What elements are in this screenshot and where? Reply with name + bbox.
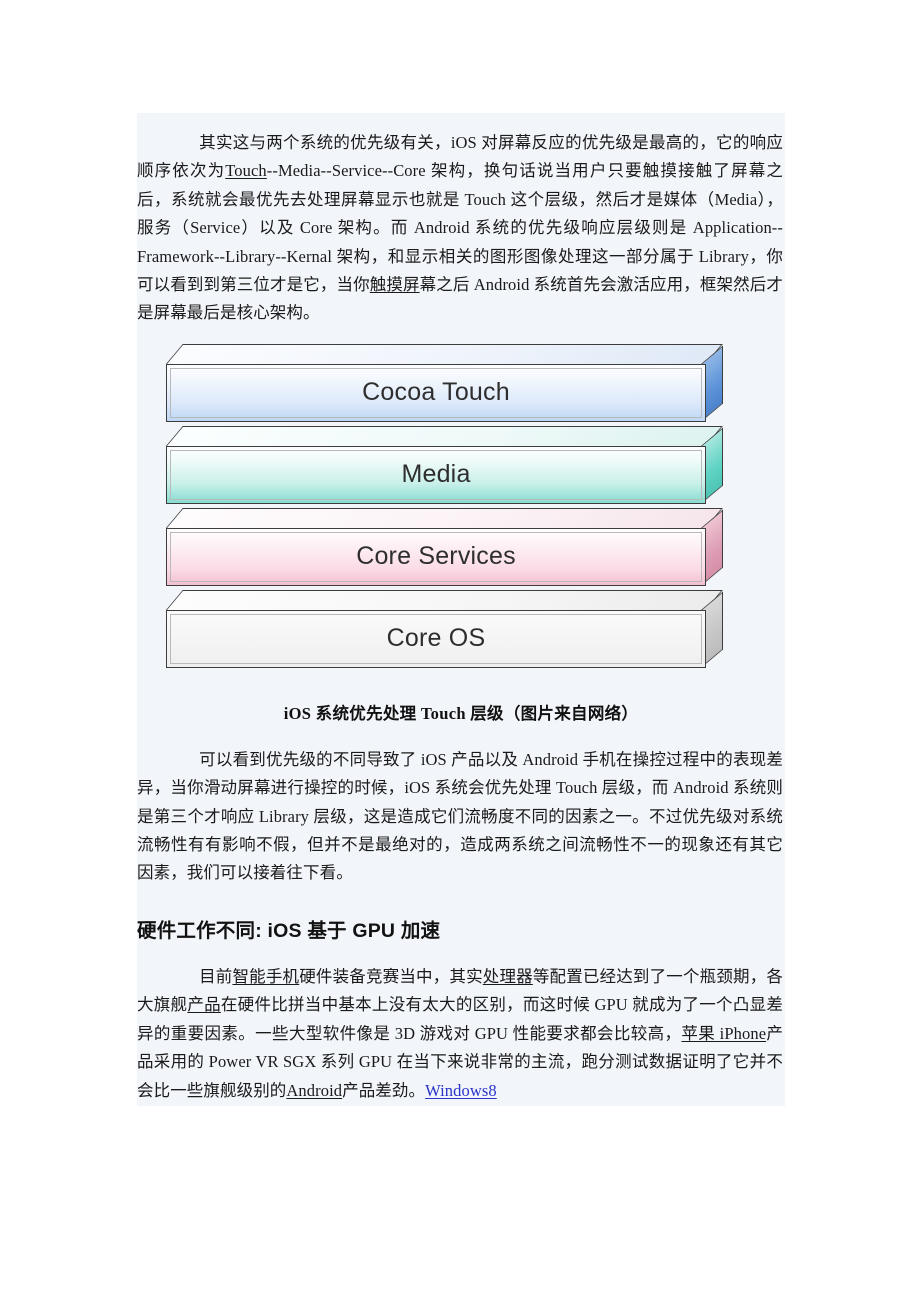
layer-label-core-services: Core Services — [356, 542, 516, 571]
document-page: 其实这与两个系统的优先级有关，iOS 对屏幕反应的优先级是最高的，它的响应顺序依… — [0, 0, 920, 1302]
content-block: 其实这与两个系统的优先级有关，iOS 对屏幕反应的优先级是最高的，它的响应顺序依… — [137, 113, 785, 1106]
layer-stack-diagram: Cocoa Touch Media Core Services Core OS — [166, 343, 766, 694]
link-touch[interactable]: Touch — [225, 161, 267, 180]
layer-label-cocoa-touch: Cocoa Touch — [362, 378, 510, 407]
p3-segment-f: 产品差劲。 — [342, 1080, 426, 1100]
link-smartphone[interactable]: 智能手机 — [232, 967, 299, 986]
link-product[interactable]: 产品 — [187, 995, 221, 1014]
paragraph-smoothness-factors: 可以看到优先级的不同导致了 iOS 产品以及 Android 手机在操控过程中的… — [137, 746, 785, 888]
layer-front-face: Core OS — [166, 609, 706, 668]
layer-top-face — [166, 507, 723, 528]
layer-front-face: Core Services — [166, 527, 706, 586]
link-android[interactable]: Android — [286, 1081, 342, 1100]
layer-front-face: Media — [166, 445, 706, 504]
diagram-layer-media: Media — [166, 425, 723, 504]
layer-top-face — [166, 589, 723, 610]
figure-bottom-spacer — [137, 724, 785, 746]
p3-segment-a: 目前 — [199, 966, 233, 986]
p3-segment-b: 硬件装备竞赛当中，其实 — [299, 966, 483, 986]
link-processor[interactable]: 处理器 — [483, 967, 533, 986]
layer-label-core-os: Core OS — [386, 624, 486, 653]
section-heading-gpu: 硬件工作不同: iOS 基于 GPU 加速 — [137, 919, 441, 942]
diagram-layer-cocoa-touch: Cocoa Touch — [166, 343, 723, 422]
diagram-layer-core-services: Core Services — [166, 507, 723, 586]
p2-text: 可以看到优先级的不同导致了 iOS 产品以及 Android 手机在操控过程中的… — [137, 749, 783, 883]
link-apple-iphone[interactable]: 苹果 iPhone — [681, 1024, 766, 1043]
layer-label-media: Media — [401, 460, 471, 489]
layer-top-face — [166, 425, 723, 446]
top-spacer — [137, 113, 785, 129]
layer-front-face: Cocoa Touch — [166, 363, 706, 422]
figure-caption: iOS 系统优先处理 Touch 层级（图片来自网络） — [283, 703, 639, 723]
link-touch-screen[interactable]: 触摸屏 — [370, 275, 420, 294]
paragraph-gpu-hardware: 目前智能手机硬件装备竞赛当中，其实处理器等配置已经达到了一个瓶颈期，各大旗舰产品… — [137, 963, 785, 1105]
heading-bottom-spacer — [137, 943, 785, 963]
diagram-layer-core-os: Core OS — [166, 589, 723, 668]
layer-top-face — [166, 343, 723, 364]
paragraph-priority-levels: 其实这与两个系统的优先级有关，iOS 对屏幕反应的优先级是最高的，它的响应顺序依… — [137, 129, 785, 328]
link-windows8[interactable]: Windows8 — [425, 1081, 497, 1100]
ios-architecture-figure: Cocoa Touch Media Core Services Core OS … — [137, 343, 785, 724]
